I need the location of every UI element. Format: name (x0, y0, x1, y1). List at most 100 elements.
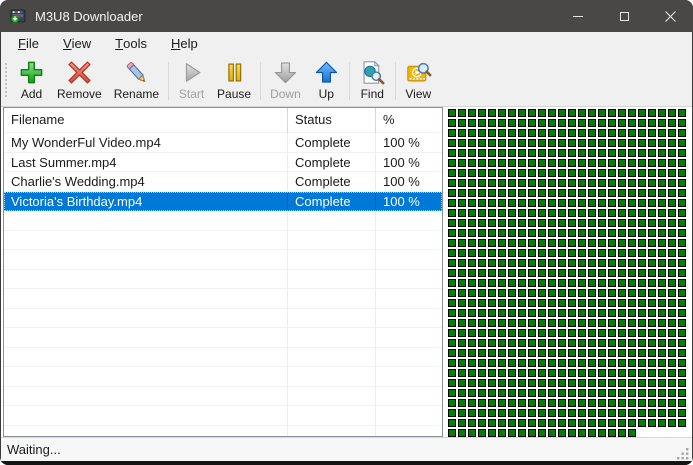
titlebar[interactable]: M3U8 Downloader (0, 0, 693, 32)
segment-cell (658, 319, 666, 327)
segment-cell (638, 119, 646, 127)
segment-cell (548, 269, 556, 277)
segment-cell (558, 159, 566, 167)
segment-cell (498, 119, 506, 127)
column-header-percent[interactable]: % (376, 108, 442, 133)
menu-help[interactable]: Help (159, 32, 210, 55)
menu-view[interactable]: View (51, 32, 103, 55)
find-icon (359, 59, 386, 86)
segment-cell (478, 319, 486, 327)
empty-row (4, 211, 442, 231)
segment-cell (528, 309, 536, 317)
segment-cell (648, 289, 656, 297)
column-header-status[interactable]: Status (288, 108, 376, 133)
segment-cell (658, 369, 666, 377)
cell-filename (4, 230, 288, 250)
segment-cell (488, 429, 496, 437)
table-row[interactable]: My WonderFul Video.mp4 Complete 100 % (4, 133, 442, 153)
empty-row (4, 425, 442, 436)
segment-cell (488, 349, 496, 357)
resize-grip-icon[interactable] (675, 446, 690, 461)
minimize-button[interactable] (555, 0, 601, 32)
segment-cell (528, 249, 536, 257)
table-row[interactable]: Victoria's Birthday.mp4 Complete 100 % (4, 191, 442, 211)
segment-cell (498, 269, 506, 277)
segment-cell (598, 169, 606, 177)
segment-cell (528, 189, 536, 197)
segment-cell (558, 399, 566, 407)
close-button[interactable] (647, 0, 693, 32)
segment-cell (658, 339, 666, 347)
segment-cell (478, 159, 486, 167)
segment-cell (578, 339, 586, 347)
segment-cell (518, 289, 526, 297)
menu-tools[interactable]: Tools (103, 32, 159, 55)
segment-cell (538, 339, 546, 347)
segment-cell (558, 289, 566, 297)
table-row[interactable]: Last Summer.mp4 Complete 100 % (4, 152, 442, 172)
segment-cell (598, 359, 606, 367)
segment-grid (448, 109, 688, 437)
segment-cell (658, 279, 666, 287)
toolbar-button-label: Pause (217, 87, 252, 101)
segment-cell (598, 189, 606, 197)
cell-status (288, 308, 376, 328)
toolbar-view-button[interactable]: View (399, 58, 438, 104)
segment-cell (668, 189, 676, 197)
segment-cell (638, 329, 646, 337)
segment-cell (528, 389, 536, 397)
segment-cell (458, 329, 466, 337)
toolbar-add-button[interactable]: Add (12, 58, 51, 104)
segment-cell (678, 329, 686, 337)
segment-cell (508, 269, 516, 277)
segment-cell (528, 279, 536, 287)
segment-cell (498, 159, 506, 167)
toolbar-pause-button[interactable]: Pause (211, 58, 257, 104)
segment-cell (538, 289, 546, 297)
segment-cell (628, 209, 636, 217)
segment-cell (678, 279, 686, 287)
toolbar-start-button[interactable]: Start (172, 58, 211, 104)
maximize-button[interactable] (601, 0, 647, 32)
segment-cell (548, 149, 556, 157)
segment-cell (548, 379, 556, 387)
download-list[interactable]: Filename Status % My WonderFul Video.mp4… (3, 107, 443, 437)
up-icon (313, 59, 340, 86)
toolbar-rename-button[interactable]: Rename (108, 58, 165, 104)
segment-cell (608, 329, 616, 337)
cell-percent (376, 231, 442, 250)
segment-cell (638, 309, 646, 317)
segment-cell (448, 199, 456, 207)
toolbar-find-button[interactable]: Find (353, 58, 392, 104)
segment-cell (548, 419, 556, 427)
segment-cell (608, 369, 616, 377)
table-row[interactable]: Charlie's Wedding.mp4 Complete 100 % (4, 172, 442, 192)
toolbar-remove-button[interactable]: Remove (51, 58, 108, 104)
segment-cell (448, 289, 456, 297)
column-header-filename[interactable]: Filename (4, 108, 288, 133)
segment-cell (528, 399, 536, 407)
segment-cell (608, 139, 616, 147)
menu-file[interactable]: File (6, 32, 51, 55)
segment-cell (458, 339, 466, 347)
segment-cell (538, 359, 546, 367)
segment-cell (518, 329, 526, 337)
segment-cell (668, 239, 676, 247)
segment-cell (678, 109, 686, 117)
segment-cell (668, 299, 676, 307)
segment-cell (478, 289, 486, 297)
toolbar-up-button[interactable]: Up (307, 58, 346, 104)
segment-cell (588, 299, 596, 307)
toolbar-down-button[interactable]: Down (264, 58, 307, 104)
segment-cell (588, 219, 596, 227)
segment-cell (548, 319, 556, 327)
segment-cell (558, 249, 566, 257)
segment-cell (588, 189, 596, 197)
segment-cell (598, 289, 606, 297)
status-text: Waiting... (7, 442, 61, 457)
toolbar-gripper[interactable] (5, 63, 8, 99)
segment-cell (518, 169, 526, 177)
segment-cell (468, 209, 476, 217)
segment-cell (658, 249, 666, 257)
segment-cell (668, 199, 676, 207)
